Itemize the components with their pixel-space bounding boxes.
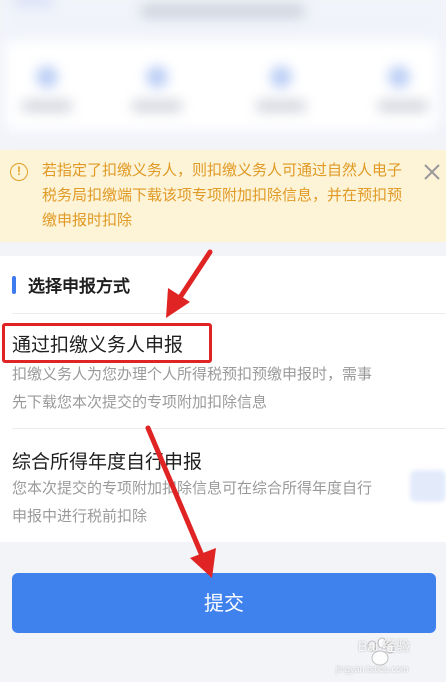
section-title: 选择申报方式 <box>28 277 130 297</box>
highlight-box <box>2 323 212 363</box>
warning-text: 若指定了扣缴义务人，则扣缴义务人可通过自然人电子税务局扣缴端下载该项专项附加扣除… <box>42 161 403 229</box>
close-icon[interactable] <box>422 162 442 182</box>
divider <box>12 428 446 429</box>
warning-icon: ! <box>10 163 28 181</box>
submit-button[interactable]: 提交 <box>12 573 436 633</box>
divider <box>12 313 446 314</box>
option-self-declaration-title[interactable]: 综合所得年度自行申报 <box>12 447 202 474</box>
option-withholding-agent-desc: 扣缴义务人为您办理个人所得税预扣预缴申报时，需事先下载您本次提交的专项附加扣除信… <box>12 365 373 411</box>
blurred-header <box>0 0 446 140</box>
option-self-declaration-desc: 您本次提交的专项附加扣除信息可在综合所得年度自行申报中进行税前扣除 <box>12 479 373 525</box>
watermark-text: Bai 经验 <box>358 638 411 654</box>
section-accent-bar <box>12 276 16 294</box>
watermark-url: jingyan.baidu.com <box>336 664 409 674</box>
blurred-radio <box>410 470 446 502</box>
